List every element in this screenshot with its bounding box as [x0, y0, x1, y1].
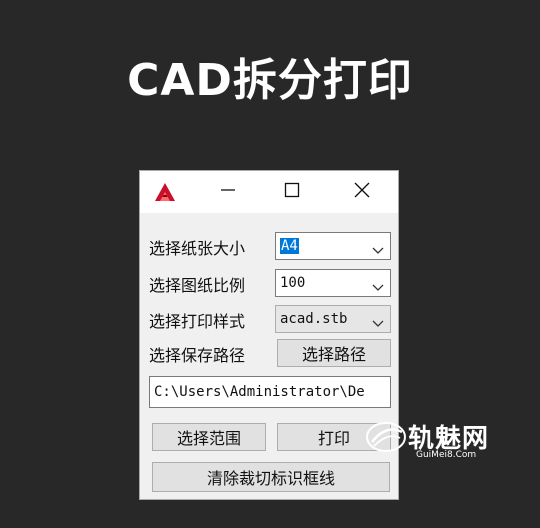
headline: CAD拆分打印	[127, 55, 413, 106]
titlebar	[140, 171, 398, 213]
minimize-icon	[220, 182, 236, 202]
paper-size-row: 选择纸张大小 A4	[149, 232, 393, 260]
chevron-down-icon	[372, 278, 384, 291]
select-range-button[interactable]: 选择范围	[152, 423, 266, 451]
drawing-scale-select[interactable]: 100	[275, 269, 391, 297]
paper-size-label: 选择纸张大小	[149, 239, 246, 258]
print-style-select[interactable]: acad.stb	[275, 305, 391, 333]
close-button[interactable]	[340, 171, 384, 213]
close-icon	[354, 182, 370, 202]
drawing-scale-value: 100	[280, 275, 306, 291]
chevron-down-icon	[372, 314, 384, 327]
maximize-icon	[284, 182, 300, 202]
drawing-scale-label: 选择图纸比例	[149, 276, 246, 295]
choose-path-button[interactable]: 选择路径	[277, 339, 391, 367]
save-path-label: 选择保存路径	[149, 346, 246, 365]
paper-size-select[interactable]: A4	[275, 232, 391, 260]
print-style-value: acad.stb	[280, 311, 348, 327]
paper-size-value: A4	[280, 238, 299, 254]
save-path-field[interactable]: C:\Users\Administrator\De	[149, 376, 391, 408]
guimei-logo-icon	[364, 418, 408, 456]
print-style-label: 选择打印样式	[149, 312, 246, 331]
autocad-a-icon	[153, 181, 177, 203]
screen: CAD拆分打印 选择纸张大小 A4 选择图纸比例 100 选择打印样式 acad…	[0, 0, 540, 528]
print-style-row: 选择打印样式 acad.stb	[149, 305, 393, 333]
save-path-row: 选择保存路径 选择路径	[149, 339, 393, 367]
maximize-button[interactable]	[270, 171, 314, 213]
watermark: 轨魅网 GuiMei8.Com	[358, 416, 538, 466]
save-path-value: C:\Users\Administrator\De	[154, 384, 365, 400]
clear-crop-frame-button[interactable]: 清除裁切标识框线	[152, 462, 390, 492]
drawing-scale-row: 选择图纸比例 100	[149, 269, 393, 297]
minimize-button[interactable]	[206, 171, 250, 213]
watermark-url: GuiMei8.Com	[416, 450, 477, 460]
chevron-down-icon	[372, 241, 384, 254]
